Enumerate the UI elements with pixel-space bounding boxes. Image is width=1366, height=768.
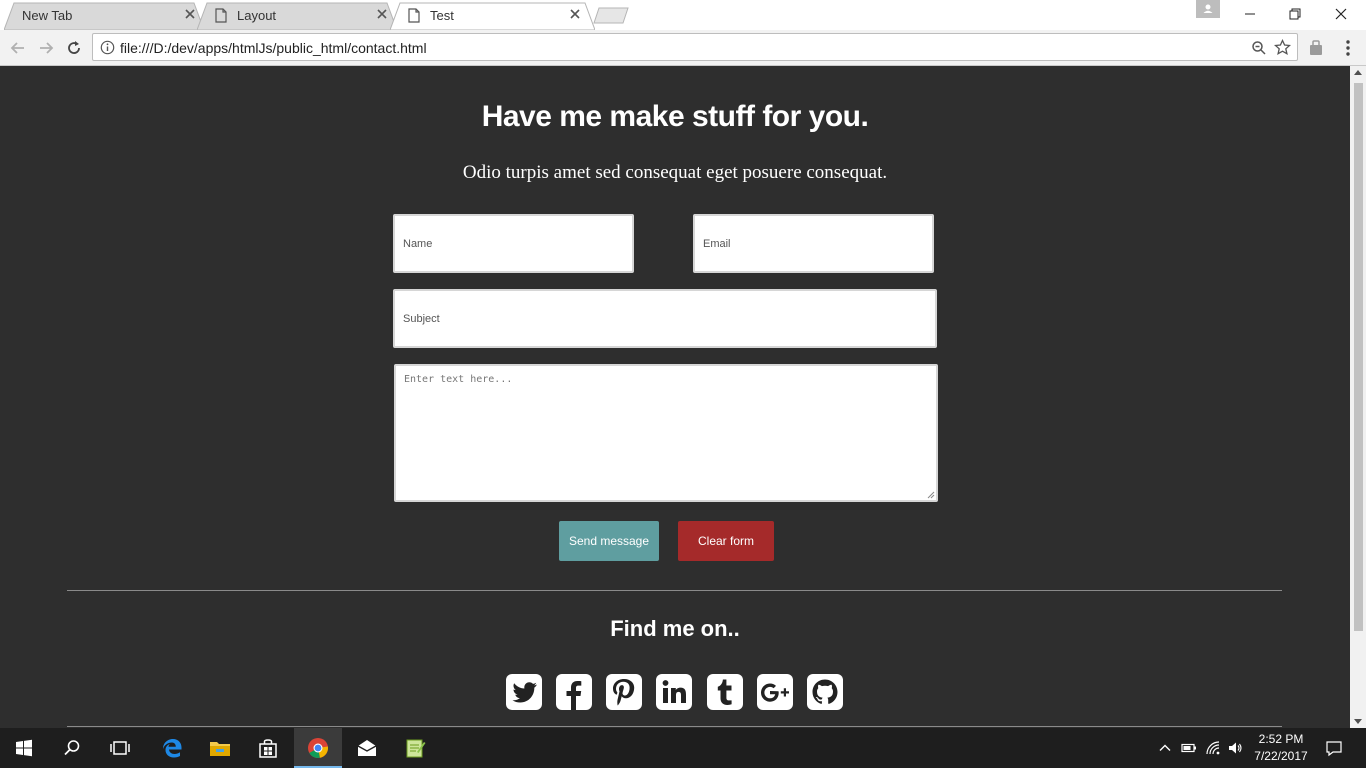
- github-icon: [812, 679, 838, 704]
- scroll-down-arrow-icon[interactable]: [1354, 719, 1362, 724]
- scroll-thumb[interactable]: [1354, 83, 1363, 631]
- name-input[interactable]: [395, 216, 632, 271]
- edge-button[interactable]: [148, 728, 196, 768]
- reload-icon[interactable]: [65, 39, 83, 57]
- subject-field[interactable]: [393, 289, 937, 348]
- zoom-icon[interactable]: [1251, 40, 1267, 56]
- close-icon[interactable]: [569, 8, 581, 20]
- tumblr-link[interactable]: [707, 674, 743, 710]
- scroll-up-arrow-icon[interactable]: [1354, 70, 1362, 75]
- tab-test[interactable]: Test: [390, 2, 595, 30]
- tab-shape: [390, 2, 595, 30]
- linkedin-icon: [662, 680, 686, 703]
- file-explorer-button[interactable]: [196, 728, 244, 768]
- notepad-plus-plus-button[interactable]: [391, 728, 439, 768]
- restore-button[interactable]: [1285, 6, 1305, 22]
- notification-icon[interactable]: [1325, 739, 1343, 757]
- minimize-button[interactable]: [1240, 6, 1260, 22]
- browser-toolbar: file:///D:/dev/apps/htmlJs/public_html/c…: [0, 30, 1366, 66]
- clock-date: 7/22/2017: [1254, 749, 1308, 763]
- tab-shape: [197, 2, 397, 30]
- tab-layout[interactable]: Layout: [197, 2, 397, 30]
- page-subtitle: Odio turpis amet sed consequat eget posu…: [462, 162, 888, 183]
- start-button[interactable]: [0, 728, 48, 768]
- close-icon[interactable]: [376, 8, 388, 20]
- menu-icon[interactable]: [1341, 39, 1355, 57]
- twitter-link[interactable]: [506, 674, 542, 710]
- chevron-up-icon[interactable]: [1157, 740, 1173, 756]
- edge-icon: [163, 739, 182, 758]
- pinterest-icon: [613, 679, 635, 706]
- page-scrollbar[interactable]: [1350, 66, 1366, 728]
- close-icon[interactable]: [184, 8, 196, 20]
- battery-icon[interactable]: [1181, 740, 1197, 756]
- pinterest-link[interactable]: [606, 674, 642, 710]
- tab-new-tab[interactable]: New Tab: [4, 2, 204, 30]
- linkedin-link[interactable]: [656, 674, 692, 710]
- task-view-icon: [110, 741, 130, 755]
- facebook-link[interactable]: [556, 674, 592, 710]
- clock[interactable]: 2:52 PM 7/22/2017: [1250, 731, 1312, 765]
- email-field[interactable]: [693, 214, 934, 273]
- back-icon[interactable]: [9, 39, 27, 57]
- name-field[interactable]: [393, 214, 634, 273]
- tab-label: New Tab: [22, 8, 73, 23]
- facebook-icon: [566, 681, 582, 710]
- chrome-button[interactable]: [294, 728, 342, 768]
- volume-icon[interactable]: [1227, 740, 1243, 756]
- divider: [67, 590, 1282, 591]
- email-input[interactable]: [695, 216, 932, 271]
- browser-tab-strip: New Tab Layout Test: [0, 0, 1366, 30]
- page-title: Have me make stuff for you.: [481, 100, 869, 133]
- url-text: file:///D:/dev/apps/htmlJs/public_html/c…: [120, 40, 427, 56]
- github-link[interactable]: [807, 674, 843, 710]
- page-icon: [408, 8, 420, 23]
- windows-start-icon: [16, 739, 32, 757]
- footer-divider: [67, 726, 1282, 727]
- google-plus-link[interactable]: [757, 674, 793, 710]
- contact-page: Have me make stuff for you. Odio turpis …: [0, 66, 1350, 728]
- windows-taskbar: 2:52 PM 7/22/2017: [0, 728, 1366, 768]
- info-icon[interactable]: [100, 40, 115, 55]
- search-icon: [64, 740, 80, 756]
- address-bar[interactable]: file:///D:/dev/apps/htmlJs/public_html/c…: [92, 33, 1298, 61]
- close-window-button[interactable]: [1331, 6, 1351, 22]
- message-textarea[interactable]: [396, 366, 936, 500]
- mail-icon: [357, 740, 377, 756]
- store-button[interactable]: [244, 728, 292, 768]
- tumblr-icon: [717, 679, 732, 705]
- subject-input[interactable]: [395, 291, 935, 346]
- message-field[interactable]: [394, 364, 938, 502]
- mail-button[interactable]: [343, 728, 391, 768]
- page-icon: [215, 8, 227, 23]
- search-button[interactable]: [48, 728, 96, 768]
- person-icon: [1203, 4, 1213, 13]
- tab-label: Layout: [237, 8, 277, 23]
- resize-handle-icon[interactable]: [927, 491, 935, 499]
- extension-icon[interactable]: [1307, 39, 1325, 57]
- task-view-button[interactable]: [96, 728, 144, 768]
- file-explorer-icon: [210, 742, 230, 756]
- twitter-icon: [512, 682, 537, 703]
- profile-button[interactable]: [1196, 0, 1220, 18]
- find-me-heading: Find me on..: [610, 616, 740, 641]
- bookmark-star-icon[interactable]: [1274, 39, 1291, 56]
- clock-time: 2:52 PM: [1258, 732, 1304, 746]
- send-message-button[interactable]: Send message: [559, 521, 659, 561]
- new-tab-button[interactable]: [593, 7, 629, 24]
- clear-form-button[interactable]: Clear form: [678, 521, 774, 561]
- tab-label: Test: [430, 8, 454, 23]
- store-icon: [259, 739, 277, 758]
- wifi-icon[interactable]: [1205, 740, 1221, 756]
- notepad-plus-plus-icon: [406, 739, 426, 758]
- google-plus-icon: [761, 683, 789, 702]
- forward-icon[interactable]: [37, 39, 55, 57]
- chrome-icon: [308, 738, 329, 759]
